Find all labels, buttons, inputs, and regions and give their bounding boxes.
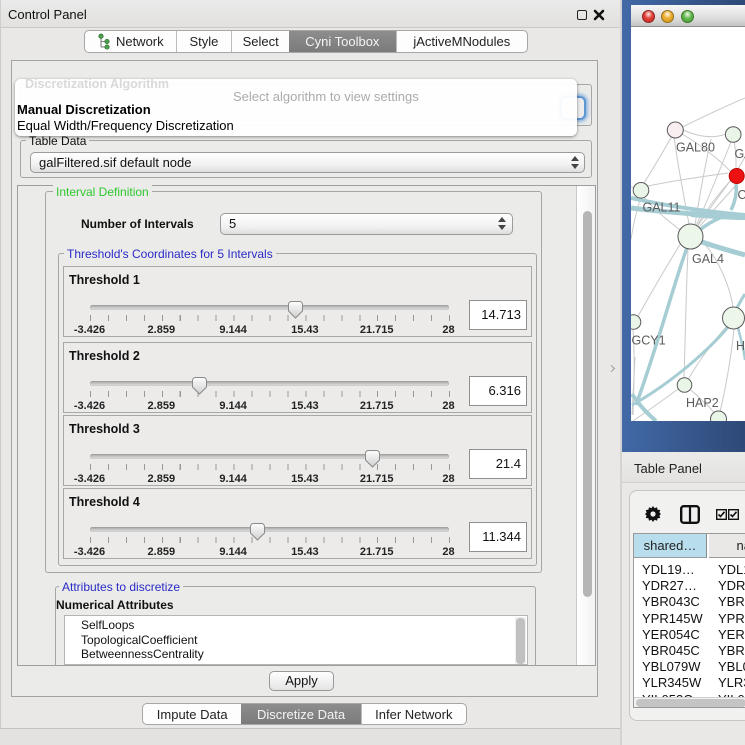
svg-text:H: H [736, 339, 745, 353]
svg-text:HAP2: HAP2 [686, 396, 719, 410]
svg-text:GAL11: GAL11 [643, 201, 681, 215]
svg-text:GCY1: GCY1 [632, 334, 666, 348]
svg-text:GAL80: GAL80 [676, 141, 715, 155]
svg-text:GAL4: GAL4 [692, 252, 724, 266]
svg-text:GAL1: GAL1 [735, 147, 745, 161]
svg-text:C: C [738, 188, 745, 202]
